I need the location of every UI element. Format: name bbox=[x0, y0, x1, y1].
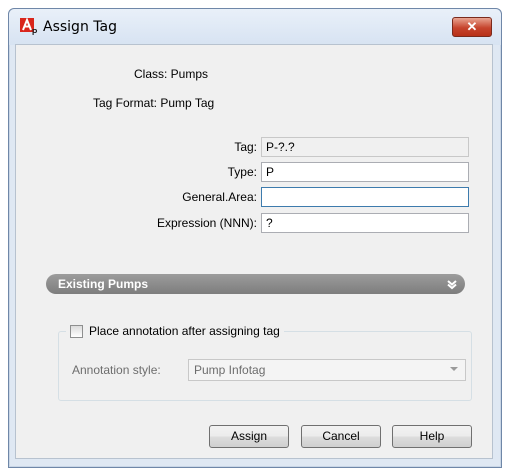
type-label: Type: bbox=[227, 165, 257, 179]
close-button[interactable]: ✕ bbox=[452, 17, 492, 37]
existing-pumps-label: Existing Pumps bbox=[58, 277, 149, 291]
existing-pumps-expander[interactable]: Existing Pumps bbox=[46, 274, 465, 294]
annotation-checkbox-row[interactable]: Place annotation after assigning tag bbox=[66, 323, 284, 339]
close-icon: ✕ bbox=[466, 19, 478, 34]
help-button[interactable]: Help bbox=[392, 425, 472, 448]
general-area-field[interactable] bbox=[261, 187, 469, 207]
autocad-app-icon: P bbox=[20, 17, 38, 36]
window-title: Assign Tag bbox=[43, 19, 117, 35]
assign-button[interactable]: Assign bbox=[209, 425, 289, 448]
annotation-style-value: Pump Infotag bbox=[194, 363, 266, 377]
title-bar[interactable]: P Assign Tag ✕ bbox=[9, 9, 501, 45]
tag-field: P-?.? bbox=[261, 137, 469, 157]
class-label: Class: Pumps bbox=[134, 67, 209, 81]
cancel-button[interactable]: Cancel bbox=[301, 425, 381, 448]
dropdown-arrow-icon bbox=[450, 367, 458, 371]
general-area-label: General.Area: bbox=[182, 190, 257, 204]
annotation-style-label: Annotation style: bbox=[72, 363, 161, 377]
annotation-style-select: Pump Infotag bbox=[188, 359, 466, 381]
chevron-down-icon[interactable] bbox=[445, 277, 459, 291]
place-annotation-checkbox[interactable] bbox=[70, 324, 83, 338]
expression-field[interactable]: ? bbox=[261, 213, 469, 233]
type-field[interactable]: P bbox=[261, 162, 469, 182]
svg-text:P: P bbox=[32, 28, 38, 36]
tag-format-label: Tag Format: Pump Tag bbox=[93, 96, 215, 110]
place-annotation-label: Place annotation after assigning tag bbox=[89, 324, 280, 338]
expression-label: Expression (NNN): bbox=[156, 216, 257, 230]
tag-label: Tag: bbox=[234, 140, 257, 154]
